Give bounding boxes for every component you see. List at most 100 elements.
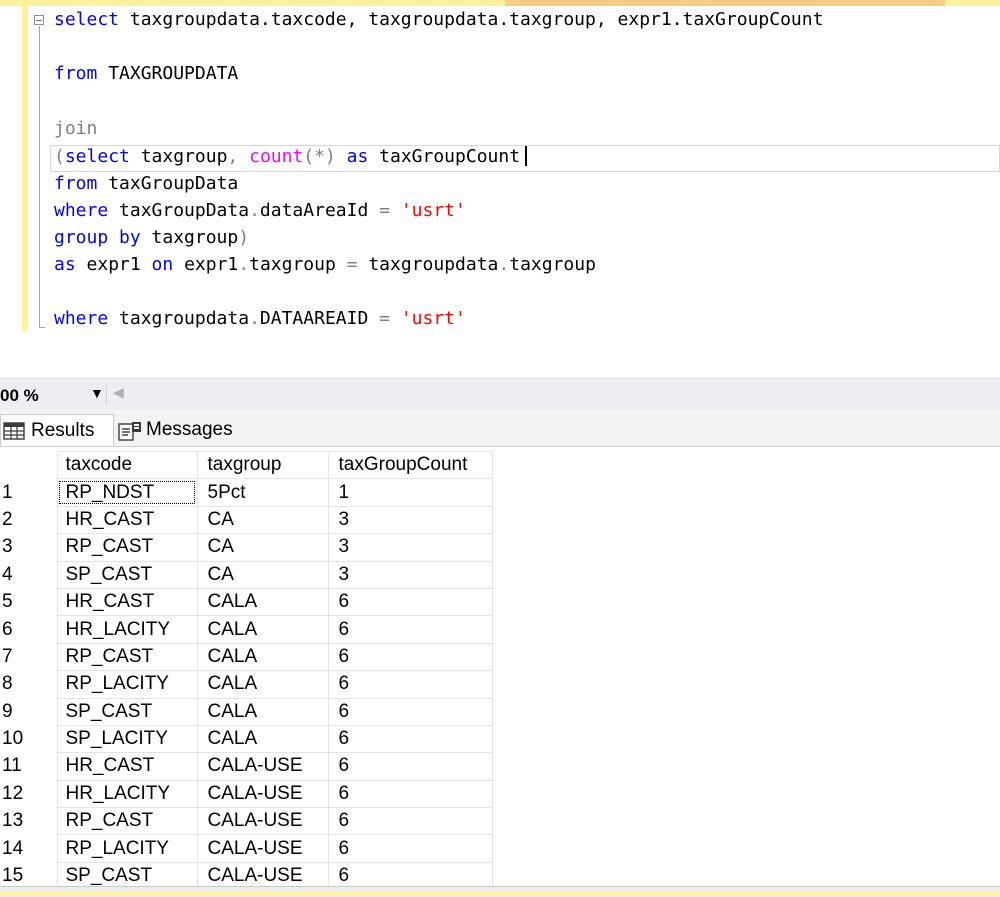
row-number[interactable]: 4 [0,561,57,588]
table-row[interactable]: 8 RP_LACITY CALA 6 [0,670,493,699]
code-line-9[interactable]: where taxgroupdata.DATAAREAID = 'usrt' [54,308,466,330]
table-cell[interactable]: SP_LACITY [56,724,198,754]
table-cell[interactable]: CALA-USE [196,752,329,781]
table-cell[interactable]: CA [196,560,329,589]
table-cell[interactable]: HR_LACITY [56,779,198,809]
column-header-taxgroupcount[interactable]: taxGroupCount [327,451,493,480]
code-token: taxGroupCount [368,146,521,167]
table-cell[interactable]: 6 [327,587,493,617]
table-cell[interactable]: 6 [327,615,493,644]
zoom-level[interactable]: 00 % [0,386,39,406]
table-row[interactable]: 13 RP_CAST CALA-USE 6 [0,807,493,836]
row-number[interactable]: 12 [0,780,57,807]
table-row[interactable]: 7 RP_CAST CALA 6 [0,642,493,672]
table-cell[interactable]: SP_CAST [56,560,198,589]
table-row[interactable]: 3 RP_CAST CA 3 [0,533,493,562]
code-line-8[interactable]: as expr1 on expr1.taxgroup = taxgroupdat… [54,254,596,276]
row-number[interactable]: 10 [0,725,57,752]
table-cell[interactable]: RP_LACITY [56,834,198,863]
table-cell[interactable]: CALA-USE [196,779,329,809]
code-line-2[interactable]: from TAXGROUPDATA [54,63,238,85]
table-cell[interactable]: RP_NDST [56,478,198,507]
table-row[interactable]: 1 RP_NDST 5Pct 1 [0,478,493,507]
table-row[interactable]: 2 HR_CAST CA 3 [0,505,493,535]
code-line-5[interactable]: from taxGroupData [54,173,238,195]
row-number[interactable]: 9 [0,698,57,725]
table-cell[interactable]: 6 [327,752,493,781]
row-number[interactable]: 7 [0,643,57,670]
row-number[interactable]: 5 [0,588,57,615]
tab-messages[interactable]: Messages [114,414,254,446]
code-line-1[interactable]: select taxgroupdata.taxcode, taxgroupdat… [54,9,823,31]
table-row[interactable]: 4 SP_CAST CA 3 [0,560,493,589]
table-row[interactable]: 14 RP_LACITY CALA-USE 6 [0,834,493,863]
table-cell[interactable]: HR_CAST [56,587,198,617]
column-header-taxcode[interactable]: taxcode [56,451,198,480]
table-cell[interactable]: CALA-USE [196,807,329,836]
table-row[interactable]: 5 HR_CAST CALA 6 [0,587,493,617]
table-cell[interactable]: 6 [327,670,493,699]
table-cell[interactable]: 5Pct [196,478,329,507]
code-token: ) [238,227,250,248]
code-token: count [249,146,304,167]
table-cell[interactable]: 3 [327,560,493,589]
row-number[interactable]: 6 [0,616,57,643]
row-number[interactable]: 1 [0,479,57,506]
table-cell[interactable]: 6 [327,779,493,809]
code-line-3[interactable]: join [54,118,97,140]
row-number[interactable]: 3 [0,534,57,561]
table-cell[interactable]: 6 [327,697,493,726]
table-cell[interactable]: RP_LACITY [56,670,198,699]
table-cell[interactable]: CALA [196,615,329,644]
code-line-4[interactable]: (select taxgroup, count(*) as taxGroupCo… [54,146,528,168]
code-token: = [346,254,369,275]
table-cell[interactable]: 3 [327,505,493,535]
chevron-down-icon[interactable]: ▼ [90,385,104,401]
table-cell[interactable]: 3 [327,533,493,562]
row-number[interactable]: 13 [0,808,57,835]
table-cell[interactable]: HR_LACITY [56,615,198,644]
table-cell[interactable]: CALA [196,587,329,617]
tab-messages-label: Messages [146,419,233,440]
table-cell[interactable]: CALA [196,642,329,672]
scroll-left-icon[interactable]: ◀ [113,384,124,401]
table-row[interactable]: 11 HR_CAST CALA-USE 6 [0,752,493,781]
row-number[interactable]: 8 [0,671,57,698]
code-token: = [379,308,401,329]
table-row[interactable]: 12 HR_LACITY CALA-USE 6 [0,779,493,809]
table-cell[interactable]: HR_CAST [56,752,198,781]
query-editor[interactable]: select taxgroupdata.taxcode, taxgroupdat… [0,6,1000,376]
row-number[interactable]: 14 [0,835,57,862]
table-cell[interactable]: 6 [327,642,493,672]
code-token: select [54,9,120,30]
table-cell[interactable]: HR_CAST [56,505,198,535]
table-cell[interactable]: 6 [327,724,493,754]
row-number[interactable]: 11 [0,753,57,780]
code-line-6[interactable]: where taxGroupData.dataAreaId = 'usrt' [54,200,466,222]
table-cell[interactable]: CA [196,505,329,535]
table-cell[interactable]: CALA [196,724,329,754]
table-cell[interactable]: CALA [196,697,329,726]
code-line-7[interactable]: group by taxgroup) [54,227,249,249]
table-cell[interactable]: 1 [327,478,493,507]
table-cell[interactable]: 6 [327,834,493,863]
tab-results[interactable]: Results [0,414,114,446]
messages-icon [118,421,141,441]
collapse-icon[interactable] [34,15,44,25]
table-cell[interactable]: RP_CAST [56,807,198,836]
column-header-taxgroup[interactable]: taxgroup [196,451,329,480]
table-row[interactable]: 9 SP_CAST CALA 6 [0,697,493,726]
table-cell[interactable]: SP_CAST [56,697,198,726]
table-cell[interactable]: RP_CAST [56,642,198,672]
table-row[interactable]: 10 SP_LACITY CALA 6 [0,724,493,754]
table-cell[interactable]: RP_CAST [56,533,198,562]
row-number-header[interactable] [0,451,57,479]
table-cell[interactable]: CA [196,533,329,562]
row-number[interactable]: 2 [0,506,57,533]
table-cell[interactable]: CALA [196,670,329,699]
table-cell[interactable]: 6 [327,807,493,836]
table-row[interactable]: 6 HR_LACITY CALA 6 [0,615,493,644]
results-grid[interactable]: taxcode taxgroup taxGroupCount 1 RP_NDST 5… [0,451,1000,891]
table-cell[interactable]: CALA-USE [196,834,329,863]
code-token: (*) [303,146,336,167]
